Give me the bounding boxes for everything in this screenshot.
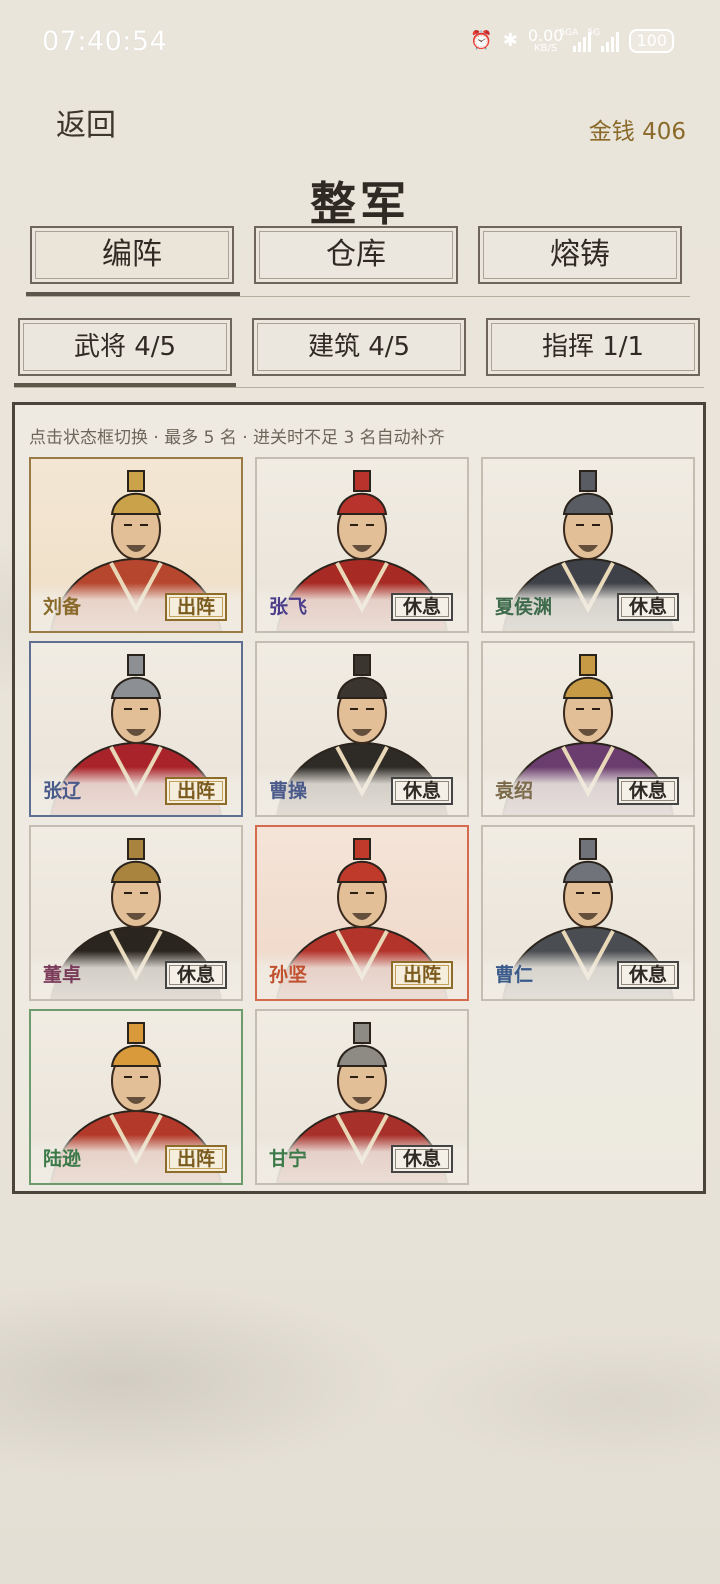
status-toggle-button[interactable]: 休息 (165, 961, 227, 989)
battery-icon: 100 (629, 29, 674, 53)
general-name: 夏侯渊 (495, 596, 553, 618)
page-title: 整军 (310, 177, 410, 231)
sub-tabs: 武将 4/5 建筑 4/5 指挥 1/1 (18, 318, 700, 376)
general-name: 张飞 (269, 596, 308, 618)
alarm-icon: ⏰ (470, 30, 493, 51)
general-card[interactable]: 夏侯渊 休息 (481, 457, 695, 633)
sim1-label: 5GA (559, 28, 579, 38)
tab-command[interactable]: 指挥 1/1 (486, 318, 700, 376)
general-card[interactable]: 张飞 休息 (255, 457, 469, 633)
sim2-label: 5G (587, 28, 601, 38)
status-toggle-button[interactable]: 休息 (391, 593, 453, 621)
network-speed-value: 0.00 (527, 26, 564, 45)
general-name: 董卓 (43, 964, 82, 986)
general-card[interactable]: 袁绍 休息 (481, 641, 695, 817)
network-speed-unit: KB/S (534, 43, 558, 54)
tab-generals[interactable]: 武将 4/5 (18, 318, 232, 376)
status-toggle-button[interactable]: 出阵 (165, 1145, 227, 1173)
money-counter: 金钱 406 (588, 119, 686, 145)
general-name: 陆逊 (43, 1148, 82, 1170)
general-name: 甘宁 (269, 1148, 308, 1170)
general-card[interactable]: 孙坚 出阵 (255, 825, 469, 1001)
hint-text: 点击状态框切换 · 最多 5 名 · 进关时不足 3 名自动补齐 (29, 428, 445, 448)
back-button[interactable]: 返回 (56, 100, 116, 144)
general-card[interactable]: 曹仁 休息 (481, 825, 695, 1001)
general-card[interactable]: 董卓 休息 (29, 825, 243, 1001)
tab-buildings[interactable]: 建筑 4/5 (252, 318, 466, 376)
general-name: 张辽 (43, 780, 82, 802)
tab-forge[interactable]: 熔铸 (478, 226, 682, 284)
generals-panel: 点击状态框切换 · 最多 5 名 · 进关时不足 3 名自动补齐 刘备 出阵 张飞休… (12, 402, 706, 1194)
status-toggle-button[interactable]: 出阵 (391, 961, 453, 989)
status-icons: ⏰ ✱ 0.00 KB/S 5GA 5G 100 (470, 28, 674, 54)
general-name: 曹操 (269, 780, 308, 802)
status-toggle-button[interactable]: 休息 (617, 593, 679, 621)
tab-warehouse[interactable]: 仓库 (254, 226, 458, 284)
bluetooth-icon: ✱ (502, 30, 518, 51)
status-toggle-button[interactable]: 休息 (391, 1145, 453, 1173)
general-card[interactable]: 曹操 休息 (255, 641, 469, 817)
main-tabs: 编阵 仓库 熔铸 (30, 226, 682, 284)
general-card[interactable]: 刘备 出阵 (29, 457, 243, 633)
status-bar: 07:40:54 ⏰ ✱ 0.00 KB/S 5GA 5G 100 (0, 0, 720, 84)
status-toggle-button[interactable]: 休息 (617, 961, 679, 989)
general-name: 孙坚 (269, 964, 308, 986)
general-name: 曹仁 (495, 964, 534, 986)
general-card[interactable]: 陆逊 出阵 (29, 1009, 243, 1185)
general-card[interactable]: 张辽 出阵 (29, 641, 243, 817)
divider (14, 387, 704, 388)
network-speed: 0.00 KB/S (528, 28, 564, 54)
tab-formation[interactable]: 编阵 (30, 226, 234, 284)
status-toggle-button[interactable]: 出阵 (165, 777, 227, 805)
general-name: 刘备 (43, 596, 82, 618)
divider (26, 296, 690, 297)
status-toggle-button[interactable]: 休息 (617, 777, 679, 805)
status-toggle-button[interactable]: 休息 (391, 777, 453, 805)
status-toggle-button[interactable]: 出阵 (165, 593, 227, 621)
clock: 07:40:54 (42, 26, 168, 57)
general-card[interactable]: 甘宁 休息 (255, 1009, 469, 1185)
signal-icon: 5G (587, 28, 620, 52)
general-name: 袁绍 (495, 780, 534, 802)
